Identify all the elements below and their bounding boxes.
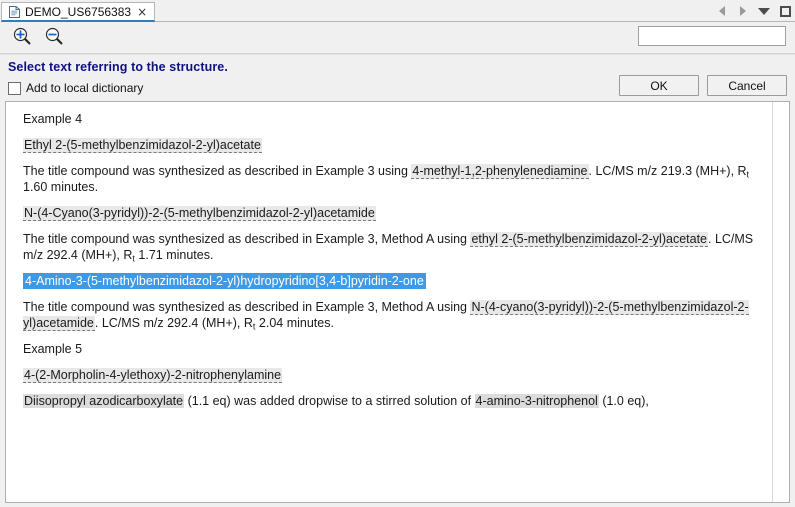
zoom-in-button[interactable] [6, 24, 38, 52]
text-lead: The title compound was synthesized as de… [23, 300, 470, 314]
text-lead: The title compound was synthesized as de… [23, 232, 470, 246]
application-window: DEMO_US6756383 × [0, 0, 795, 507]
text-tail: . LC/MS m/z 219.3 (MH+), R [589, 164, 747, 178]
paragraph-compound-title-2: N-(4-Cyano(3-pyridyl))-2-(5-methylbenzim… [23, 205, 754, 221]
add-to-local-dictionary-checkbox[interactable]: Add to local dictionary [8, 81, 143, 95]
example-heading: Example 5 [23, 342, 82, 356]
text-tail-2: 1.71 minutes. [135, 248, 214, 262]
document-text[interactable]: Example 4 Ethyl 2-(5-methylbenzimidazol-… [6, 102, 772, 502]
dialog-buttons: OK Cancel [619, 75, 787, 96]
selection-prompt-bar: Select text referring to the structure. … [0, 54, 795, 101]
paragraph-synthesis-1: The title compound was synthesized as de… [23, 163, 754, 195]
selected-text[interactable]: 4-Amino-3-(5-methylbenzimidazol-2-yl)hyd… [23, 273, 426, 289]
paragraph-selected-compound-title: 4-Amino-3-(5-methylbenzimidazol-2-yl)hyd… [23, 273, 754, 289]
checkbox-icon[interactable] [8, 82, 21, 95]
nav-left-arrow-icon[interactable] [716, 4, 728, 18]
text-tail-2: 1.60 minutes. [23, 180, 98, 194]
paragraph-example-4: Example 4 [23, 111, 754, 127]
text-tail-2: 2.04 minutes. [255, 316, 334, 330]
tab-strip: DEMO_US6756383 × [0, 0, 795, 22]
subscript: t [747, 169, 750, 179]
tab-label: DEMO_US6756383 [25, 5, 131, 19]
nav-right-arrow-icon[interactable] [737, 4, 749, 18]
paragraph-procedure: Diisopropyl azodicarboxylate (1.1 eq) wa… [23, 393, 754, 409]
toolbar [0, 22, 795, 54]
zoom-in-magnifier-icon [12, 26, 32, 49]
text-lead: The title compound was synthesized as de… [23, 164, 411, 178]
tab-strip-controls [716, 2, 791, 20]
vertical-scrollbar[interactable] [772, 102, 789, 502]
paragraph-synthesis-2: The title compound was synthesized as de… [23, 231, 754, 263]
cancel-button[interactable]: Cancel [707, 75, 787, 96]
zoom-out-button[interactable] [38, 24, 70, 52]
tab-demo-us6756383[interactable]: DEMO_US6756383 × [1, 2, 155, 22]
maximize-icon[interactable] [779, 4, 791, 18]
text-tail: (1.0 eq), [599, 394, 649, 408]
paragraph-synthesis-3: The title compound was synthesized as de… [23, 299, 754, 331]
text-tail: . LC/MS m/z 292.4 (MH+), R [95, 316, 253, 330]
text-mid: (1.1 eq) was added dropwise to a stirred… [184, 394, 474, 408]
chemical-entity[interactable]: 4-(2-Morpholin-4-ylethoxy)-2-nitrophenyl… [23, 368, 282, 383]
close-icon[interactable]: × [136, 6, 148, 18]
checkbox-label: Add to local dictionary [26, 81, 143, 95]
chemical-entity[interactable]: N-(4-Cyano(3-pyridyl))-2-(5-methylbenzim… [23, 206, 376, 221]
chemical-entity[interactable]: Ethyl 2-(5-methylbenzimidazol-2-yl)aceta… [23, 138, 262, 153]
chemical-entity[interactable]: 4-methyl-1,2-phenylenediamine [411, 164, 588, 179]
paragraph-compound-title-3: 4-(2-Morpholin-4-ylethoxy)-2-nitrophenyl… [23, 367, 754, 383]
example-heading: Example 4 [23, 112, 82, 126]
paragraph-compound-title-1: Ethyl 2-(5-methylbenzimidazol-2-yl)aceta… [23, 137, 754, 153]
chemical-entity[interactable]: 4-amino-3-nitrophenol [475, 394, 599, 408]
tab-strip-filler [155, 0, 795, 22]
chevron-down-icon[interactable] [758, 4, 770, 18]
prompt-title: Select text referring to the structure. [8, 60, 795, 74]
paragraph-example-5: Example 5 [23, 341, 754, 357]
document-pane: Example 4 Ethyl 2-(5-methylbenzimidazol-… [5, 101, 790, 503]
ok-button[interactable]: OK [619, 75, 699, 96]
chemical-entity[interactable]: ethyl 2-(5-methylbenzimidazol-2-yl)aceta… [470, 232, 708, 247]
chemical-entity[interactable]: Diisopropyl azodicarboxylate [23, 394, 184, 408]
search-input[interactable] [638, 26, 786, 46]
document-icon [9, 6, 20, 18]
zoom-out-magnifier-icon [44, 26, 64, 49]
